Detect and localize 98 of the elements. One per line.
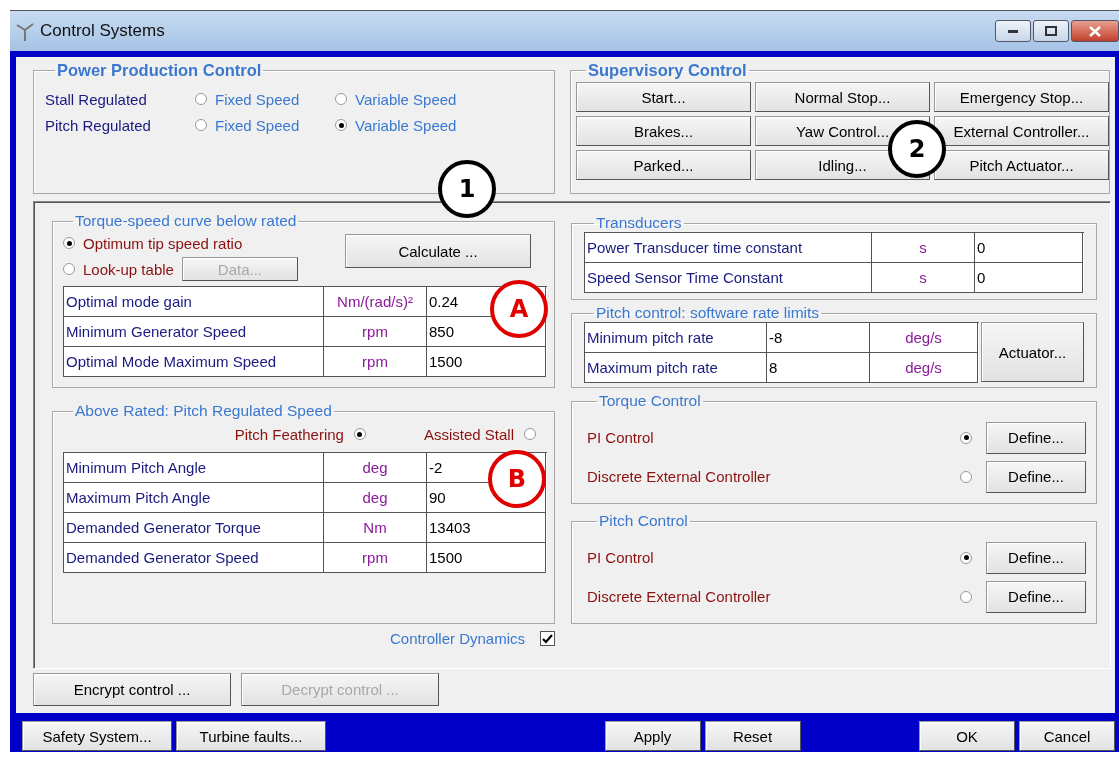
parameter-name: Minimum Pitch Angle <box>64 453 324 483</box>
footer-button[interactable]: Turbine faults... <box>176 721 326 751</box>
radio-button[interactable] <box>335 119 347 131</box>
parameter-name: Demanded Generator Torque <box>64 513 324 543</box>
group-title: Above Rated: Pitch Regulated Speed <box>74 402 333 420</box>
value-field[interactable]: 850 <box>429 323 455 340</box>
parameter-name: Minimum pitch rate <box>585 323 767 353</box>
unit-cell: rpm <box>324 543 427 573</box>
turbine-icon <box>16 21 34 41</box>
option-label[interactable]: Pitch Feathering <box>234 425 344 443</box>
dialog-button[interactable]: Emergency Stop... <box>934 82 1109 112</box>
unit-cell: deg/s <box>870 323 978 353</box>
unit-cell: rpm <box>324 347 427 377</box>
group-title: Supervisory Control <box>587 61 748 80</box>
group-title: Torque-speed curve below rated <box>74 212 298 230</box>
unit-cell: s <box>872 233 975 263</box>
value-field[interactable]: 0 <box>975 233 1083 263</box>
actuator-button[interactable]: Actuator... <box>981 322 1084 382</box>
dialog-button[interactable]: External Controller... <box>934 116 1109 146</box>
window-title: Control Systems <box>40 21 165 41</box>
regulation-label: Stall Regulated <box>45 90 148 108</box>
option-label[interactable]: Discrete External Controller <box>587 468 946 485</box>
dialog-button[interactable]: Brakes... <box>576 116 751 146</box>
unit-cell: Nm/(rad/s)² <box>324 287 427 317</box>
minimize-icon <box>1008 29 1018 33</box>
option-label[interactable]: Look-up table <box>83 260 174 278</box>
define-button[interactable]: Define... <box>986 541 1086 574</box>
parameter-name: Optimal mode gain <box>64 287 324 317</box>
footer-button[interactable]: Apply <box>604 721 701 751</box>
define-button[interactable]: Define... <box>986 460 1086 493</box>
group-title: Transducers <box>595 214 683 232</box>
value-field[interactable]: -8 <box>767 323 870 353</box>
unit-cell: Nm <box>324 513 427 543</box>
radio-button[interactable] <box>960 470 972 483</box>
radio-button[interactable] <box>335 93 347 105</box>
option-label[interactable]: PI Control <box>587 549 946 566</box>
parameter-name: Speed Sensor Time Constant <box>585 263 872 293</box>
parameter-name: Demanded Generator Speed <box>64 543 324 573</box>
value-field[interactable]: -2 <box>429 459 443 476</box>
parameter-name: Maximum pitch rate <box>585 353 767 383</box>
encrypt-button[interactable]: Encrypt control ... <box>33 673 231 706</box>
radio-button[interactable] <box>353 428 366 440</box>
radio-button[interactable] <box>63 237 75 249</box>
parameter-name: Maximum Pitch Angle <box>64 483 324 513</box>
option-label[interactable]: Discrete External Controller <box>587 588 946 605</box>
unit-cell: s <box>872 263 975 293</box>
dialog-button[interactable]: Start... <box>576 82 751 112</box>
maximize-icon <box>1045 26 1057 36</box>
value-field[interactable]: 90 <box>429 489 446 506</box>
group-title: Power Production Control <box>56 61 263 80</box>
checkbox-label[interactable]: Controller Dynamics <box>389 630 525 647</box>
footer-button[interactable]: OK <box>919 721 1015 751</box>
option-label[interactable]: Variable Speed <box>355 116 473 134</box>
option-label[interactable]: Optimum tip speed ratio <box>83 234 243 252</box>
maximize-button[interactable] <box>1033 20 1069 42</box>
radio-button[interactable] <box>195 119 207 131</box>
checkmark-icon <box>542 633 553 644</box>
radio-button[interactable] <box>960 590 972 603</box>
value-field[interactable]: 8 <box>767 353 870 383</box>
value-field[interactable]: 13403 <box>429 519 471 536</box>
parameter-name: Power Transducer time constant <box>585 233 872 263</box>
close-icon <box>1089 25 1101 37</box>
value-field[interactable]: 0.24 <box>429 293 459 310</box>
footer-button[interactable]: Safety System... <box>22 721 172 751</box>
option-label[interactable]: Variable Speed <box>355 90 473 108</box>
option-label[interactable]: Assisted Stall <box>423 425 514 443</box>
unit-cell: deg/s <box>870 353 978 383</box>
radio-button[interactable] <box>63 263 75 275</box>
radio-button[interactable] <box>195 93 207 105</box>
footer-button[interactable]: Reset <box>704 721 801 751</box>
option-label[interactable]: Fixed Speed <box>215 116 335 134</box>
radio-button[interactable] <box>524 428 536 440</box>
close-button[interactable] <box>1071 20 1119 42</box>
define-button[interactable]: Define... <box>986 580 1086 613</box>
unit-cell: deg <box>324 483 427 513</box>
calculate-button[interactable]: Calculate ... <box>345 234 531 268</box>
parameter-name: Optimal Mode Maximum Speed <box>64 347 324 377</box>
dialog-button[interactable]: Parked... <box>576 150 751 180</box>
group-title: Pitch Control <box>598 512 689 530</box>
unit-cell: rpm <box>324 317 427 347</box>
option-label[interactable]: Fixed Speed <box>215 90 335 108</box>
option-label[interactable]: PI Control <box>587 429 946 446</box>
group-title: Pitch control: software rate limits <box>595 304 821 322</box>
radio-button[interactable] <box>960 551 972 564</box>
minimize-button[interactable] <box>995 20 1031 42</box>
dialog-button[interactable]: Normal Stop... <box>755 82 930 112</box>
value-field[interactable]: 0 <box>975 263 1083 293</box>
value-field[interactable]: 1500 <box>429 353 463 370</box>
value-field[interactable]: 1500 <box>429 549 463 566</box>
regulation-label: Pitch Regulated <box>45 116 152 134</box>
dialog-button[interactable]: Pitch Actuator... <box>934 150 1109 180</box>
define-button[interactable]: Define... <box>986 421 1086 454</box>
radio-button[interactable] <box>960 431 972 444</box>
parameter-name: Minimum Generator Speed <box>64 317 324 347</box>
unit-cell: deg <box>324 453 427 483</box>
checkbox[interactable] <box>540 631 555 646</box>
footer-button[interactable]: Cancel <box>1019 721 1115 751</box>
group-title: Torque Control <box>598 392 702 410</box>
